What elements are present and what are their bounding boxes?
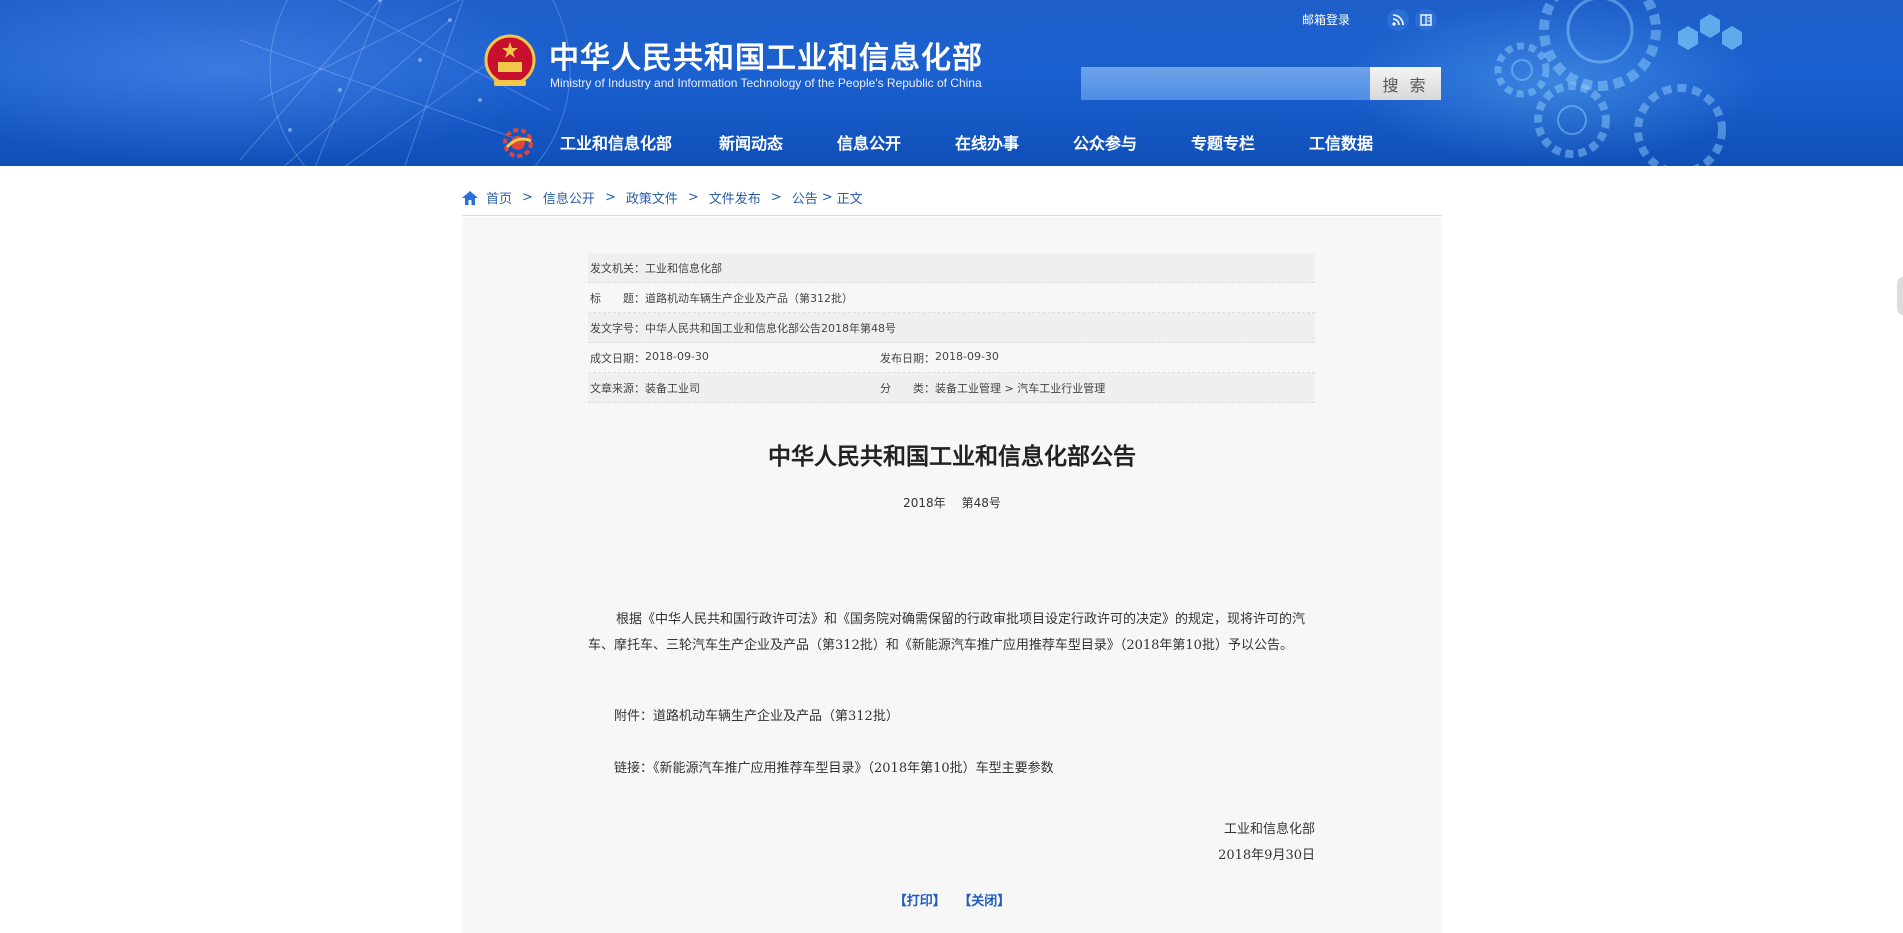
signature-date: 2018年9月30日	[1218, 848, 1315, 863]
document-meta-table: 发文机关： 工业和信息化部 标 题： 道路机动车辆生产企业及产品（第312批） …	[588, 253, 1315, 403]
signature-organization: 工业和信息化部	[1223, 822, 1315, 837]
breadcrumb: 首页 > 信息公开 > 政策文件 > 文件发布 > 公告 > 正文	[462, 180, 1442, 216]
body-paragraph: 根据《中华人民共和国行政许可法》和《国务院对确需保留的行政审批项目设定行政许可的…	[588, 612, 1306, 653]
published-date-cell: 发布日期： 2018-09-30	[880, 350, 999, 366]
document-number: 2018年 第48号	[462, 494, 1442, 511]
meta-row-dates: 成文日期： 2018-09-30 发布日期： 2018-09-30	[588, 343, 1315, 373]
breadcrumb-separator: >	[821, 190, 833, 205]
nav-item-miit[interactable]: 工业和信息化部	[540, 124, 692, 164]
related-link-line: 链接：《新能源汽车推广应用推荐车型目录》（2018年第10批）车型主要参数	[614, 757, 1054, 776]
breadcrumb-announcement[interactable]: 公告	[792, 188, 818, 207]
document-issue-number: 第48号	[961, 496, 1001, 510]
site-subtitle: Ministry of Industry and Information Tec…	[550, 76, 982, 90]
document-title: 中华人民共和国工业和信息化部公告	[768, 444, 1136, 470]
title-label: 标 题：	[590, 291, 645, 305]
source-label: 文章来源：	[590, 381, 645, 395]
doc-number-value: 中华人民共和国工业和信息化部公告2018年第48号	[645, 321, 896, 335]
meta-row-title: 标 题： 道路机动车辆生产企业及产品（第312批）	[588, 283, 1315, 313]
nav-item-public-participation[interactable]: 公众参与	[1046, 124, 1164, 164]
attachment-label: 附件：	[614, 709, 654, 724]
search-input[interactable]	[1081, 67, 1370, 100]
breadcrumb-info-disclosure[interactable]: 信息公开	[543, 188, 595, 207]
created-date-value: 2018-09-30	[645, 349, 709, 363]
source-cell: 文章来源： 装备工业司	[590, 380, 880, 396]
search-button[interactable]: 搜 索	[1370, 67, 1441, 100]
breadcrumb-separator: >	[770, 190, 782, 205]
doc-number-label: 发文字号：	[590, 321, 645, 335]
breadcrumb-home[interactable]: 首页	[486, 188, 512, 207]
meta-row-doc-number: 发文字号： 中华人民共和国工业和信息化部公告2018年第48号	[588, 313, 1315, 343]
breadcrumb-current: 正文	[836, 192, 863, 207]
document-body: 根据《中华人民共和国行政许可法》和《国务院对确需保留的行政审批项目设定行政许可的…	[588, 607, 1315, 659]
nav-item-news[interactable]: 新闻动态	[692, 124, 810, 164]
breadcrumb-separator: >	[687, 190, 699, 205]
miit-logo-icon	[503, 128, 533, 158]
book-icon[interactable]	[1415, 9, 1437, 31]
attachment-link[interactable]: 道路机动车辆生产企业及产品（第312批）	[653, 709, 899, 724]
side-float-tab[interactable]	[1897, 276, 1903, 316]
main-nav: 工业和信息化部 新闻动态 信息公开 在线办事 公众参与 专题专栏 工信数据	[540, 124, 1400, 164]
nav-item-online-services[interactable]: 在线办事	[928, 124, 1046, 164]
created-date-label: 成文日期：	[590, 351, 645, 365]
title-value: 道路机动车辆生产企业及产品（第312批）	[645, 291, 853, 305]
published-date-label: 发布日期：	[880, 351, 935, 365]
breadcrumb-doc-release[interactable]: 文件发布	[709, 188, 761, 207]
issuer-label: 发文机关：	[590, 261, 645, 275]
source-value: 装备工业司	[645, 381, 700, 395]
close-link[interactable]: 【关闭】	[958, 894, 1010, 909]
category-label: 分 类：	[880, 381, 935, 395]
meta-row-source: 文章来源： 装备工业司 分 类： 装备工业管理 > 汽车工业行业管理	[588, 373, 1315, 403]
published-date-value: 2018-09-30	[935, 349, 999, 363]
print-link[interactable]: 【打印】	[894, 894, 946, 909]
breadcrumb-policy-docs[interactable]: 政策文件	[626, 188, 678, 207]
rss-icon[interactable]	[1387, 9, 1409, 31]
breadcrumb-separator: >	[522, 190, 533, 205]
meta-row-issuer: 发文机关： 工业和信息化部	[588, 253, 1315, 283]
site-header: 中华人民共和国工业和信息化部 Ministry of Industry and …	[0, 0, 1903, 166]
issuer-value: 工业和信息化部	[645, 261, 722, 275]
nav-item-info-disclosure[interactable]: 信息公开	[810, 124, 928, 164]
home-icon[interactable]	[462, 190, 478, 205]
related-link[interactable]: 《新能源汽车推广应用推荐车型目录》（2018年第10批）车型主要参数	[653, 761, 1054, 776]
document-year: 2018年	[903, 496, 946, 510]
created-date-cell: 成文日期： 2018-09-30	[590, 350, 880, 366]
national-emblem-logo	[484, 34, 536, 86]
page-actions: 【打印】 【关闭】	[462, 890, 1442, 909]
gears-decoration	[1494, 0, 1742, 166]
nav-item-data[interactable]: 工信数据	[1282, 124, 1400, 164]
nav-item-special-topics[interactable]: 专题专栏	[1164, 124, 1282, 164]
category-cell: 分 类： 装备工业管理 > 汽车工业行业管理	[880, 380, 1105, 396]
related-link-label: 链接：	[614, 761, 654, 776]
breadcrumb-separator: >	[604, 190, 616, 205]
attachment-line: 附件：道路机动车辆生产企业及产品（第312批）	[614, 705, 899, 724]
mail-login-link[interactable]: 邮箱登录	[1302, 11, 1350, 28]
category-value: 装备工业管理 > 汽车工业行业管理	[935, 381, 1106, 395]
site-title: 中华人民共和国工业和信息化部	[549, 41, 983, 76]
article-content: 发文机关： 工业和信息化部 标 题： 道路机动车辆生产企业及产品（第312批） …	[462, 217, 1442, 933]
